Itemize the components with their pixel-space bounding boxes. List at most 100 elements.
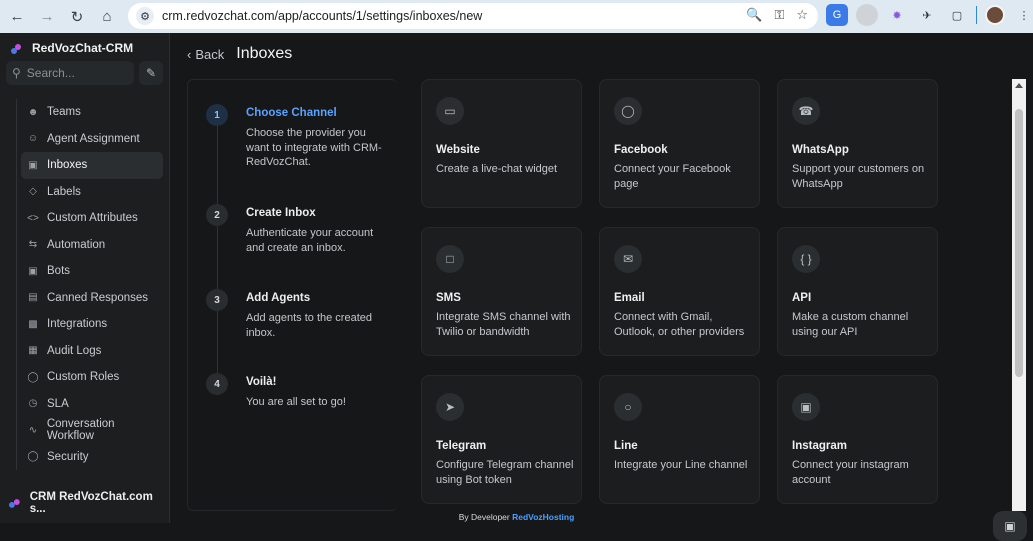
channel-description: Connect your Facebook page	[614, 163, 731, 190]
sidebar-item-conversation-workflow[interactable]: ∿ Conversation Workflow	[21, 417, 163, 444]
channel-title: API	[792, 292, 812, 304]
url-text: crm.redvozchat.com/app/accounts/1/settin…	[162, 9, 483, 23]
channel-title: WhatsApp	[792, 144, 849, 156]
main-content: ‹ Back Inboxes 1 Choose Channel Choose t…	[171, 33, 1033, 511]
pencil-icon: ✎	[145, 66, 157, 80]
clock-icon: ◷	[28, 398, 38, 410]
channel-description: Integrate SMS channel with Twilio or ban…	[436, 311, 571, 338]
step-number: 4	[206, 373, 228, 395]
content-scrollbar[interactable]	[1012, 79, 1026, 511]
bookmark-star-icon[interactable]: ☆	[796, 7, 808, 23]
developer-link[interactable]: RedVozHosting	[512, 512, 574, 522]
address-bar[interactable]: ⚙ crm.redvozchat.com/app/accounts/1/sett…	[128, 3, 818, 29]
sidebar: RedVozChat-CRM ⚲ Search... ✎ ☻ Teams ☺ Age…	[0, 33, 170, 523]
scrollbar-thumb[interactable]	[1015, 109, 1023, 377]
sidebar-item-label: Custom Attributes	[47, 212, 138, 225]
site-settings-icon[interactable]: ⚙	[136, 7, 154, 25]
channel-card-email[interactable]: ✉ Email Connect with Gmail, Outlook, or …	[599, 227, 760, 356]
sidebar-item-label: Labels	[47, 185, 81, 198]
extension-circle-icon[interactable]	[856, 4, 878, 26]
chevron-left-icon: ‹	[187, 46, 192, 62]
zoom-icon[interactable]: 🔍	[746, 7, 762, 23]
page-title: Inboxes	[236, 45, 293, 62]
sidebar-item-inboxes[interactable]: ▣ Inboxes	[21, 152, 163, 179]
back-arrow-icon[interactable]: ←	[4, 4, 30, 30]
profile-avatar[interactable]	[985, 5, 1005, 25]
wizard-steps: 1 Choose Channel Choose the provider you…	[187, 79, 397, 511]
step-title: Create Inbox	[246, 207, 316, 219]
sidebar-item-canned-responses[interactable]: ▤ Canned Responses	[21, 285, 163, 312]
channel-description: Connect your instagram account	[792, 459, 909, 486]
whatsapp-icon: ☎	[792, 97, 820, 125]
forward-arrow-icon[interactable]: →	[34, 4, 60, 30]
channel-card-api[interactable]: { } API Make a custom channel using our …	[777, 227, 938, 356]
footer: By Developer RedVozHosting	[0, 511, 1033, 523]
sidebar-item-bots[interactable]: ▣ Bots	[21, 258, 163, 285]
sidebar-item-audit-logs[interactable]: ▦ Audit Logs	[21, 338, 163, 365]
brand[interactable]: RedVozChat-CRM	[10, 39, 133, 57]
sidebar-item-integrations[interactable]: ▩ Integrations	[21, 311, 163, 338]
inbox-icon: ▣	[28, 159, 38, 171]
sidebar-item-sla[interactable]: ◷ SLA	[21, 391, 163, 418]
settings-menu: ☻ Teams ☺ Agent Assignment ▣ Inboxes ◇ Label…	[16, 99, 166, 470]
sidebar-item-custom-attributes[interactable]: <> Custom Attributes	[21, 205, 163, 232]
step-description: Add agents to the created inbox.	[246, 312, 372, 339]
back-button[interactable]: ‹ Back	[187, 47, 224, 62]
reload-icon[interactable]: ↻	[64, 4, 90, 30]
channel-title: SMS	[436, 292, 461, 304]
sidebar-item-teams[interactable]: ☻ Teams	[21, 99, 163, 126]
channel-description: Integrate your Line channel	[614, 459, 748, 471]
home-icon[interactable]: ⌂	[94, 4, 120, 30]
message-square-icon: ▤	[28, 292, 38, 304]
sidebar-item-label: SLA	[47, 397, 69, 410]
step-description: Authenticate your account and create an …	[246, 227, 374, 254]
extensions-puzzle-icon[interactable]: ▢	[946, 4, 968, 26]
step-title: Choose Channel	[246, 107, 337, 119]
channel-card-website[interactable]: ▭ Website Create a live-chat widget	[421, 79, 582, 208]
password-key-icon[interactable]: ⚿	[774, 7, 784, 23]
sidebar-item-label: Automation	[47, 238, 106, 251]
channel-description: Configure Telegram channel using Bot tok…	[436, 459, 574, 486]
channel-card-sms[interactable]: □ SMS Integrate SMS channel with Twilio …	[421, 227, 582, 356]
channel-card-facebook[interactable]: ◯ Facebook Connect your Facebook page	[599, 79, 760, 208]
step-number: 2	[206, 204, 228, 226]
channel-title: Email	[614, 292, 645, 304]
channel-card-instagram[interactable]: ▣ Instagram Connect your instagram accou…	[777, 375, 938, 504]
footer-prefix: By Developer	[458, 512, 510, 522]
sidebar-item-automation[interactable]: ⇆ Automation	[21, 232, 163, 259]
sidebar-item-agent-assignment[interactable]: ☺ Agent Assignment	[21, 126, 163, 153]
sidebar-item-security[interactable]: ◯ Security	[21, 444, 163, 471]
sidebar-item-label: Agent Assignment	[47, 132, 140, 145]
tag-icon: ◇	[29, 186, 37, 198]
sidebar-item-label: Audit Logs	[47, 344, 102, 357]
scroll-up-arrow-icon[interactable]	[1015, 83, 1023, 88]
channel-title: Instagram	[792, 440, 847, 452]
toolbar-divider	[976, 6, 977, 24]
sidebar-item-label: Security	[47, 450, 89, 463]
step-description: You are all set to go!	[246, 396, 346, 408]
sidebar-item-labels[interactable]: ◇ Labels	[21, 179, 163, 206]
braces-icon: { }	[792, 245, 820, 273]
channel-title: Telegram	[436, 440, 487, 452]
step-number: 3	[206, 289, 228, 311]
users-icon: ☻	[27, 106, 39, 118]
compose-button[interactable]: ✎	[139, 61, 163, 85]
channel-description: Support your customers on WhatsApp	[792, 163, 925, 190]
channel-card-telegram[interactable]: ➤ Telegram Configure Telegram channel us…	[421, 375, 582, 504]
search-input[interactable]: ⚲ Search...	[6, 61, 134, 85]
security-shield-icon: ◯	[27, 451, 39, 463]
shield-icon: ◯	[27, 371, 39, 383]
sidebar-item-label: Bots	[47, 265, 71, 278]
extension-ticket-icon[interactable]: ✈	[916, 4, 938, 26]
channel-card-whatsapp[interactable]: ☎ WhatsApp Support your customers on Wha…	[777, 79, 938, 208]
translate-extension-icon[interactable]: G	[826, 4, 848, 26]
sidebar-item-custom-roles[interactable]: ◯ Custom Roles	[21, 364, 163, 391]
instagram-icon: ▣	[792, 393, 820, 421]
mail-icon: ✉	[614, 245, 642, 273]
messenger-icon: ◯	[614, 97, 642, 125]
monitor-chat-icon: ▭	[436, 97, 464, 125]
channel-card-line[interactable]: ○ Line Integrate your Line channel	[599, 375, 760, 504]
browser-menu-icon[interactable]: ⋮	[1013, 4, 1033, 26]
telegram-icon: ➤	[436, 393, 464, 421]
extension-gear-icon[interactable]: ✸	[886, 4, 908, 26]
